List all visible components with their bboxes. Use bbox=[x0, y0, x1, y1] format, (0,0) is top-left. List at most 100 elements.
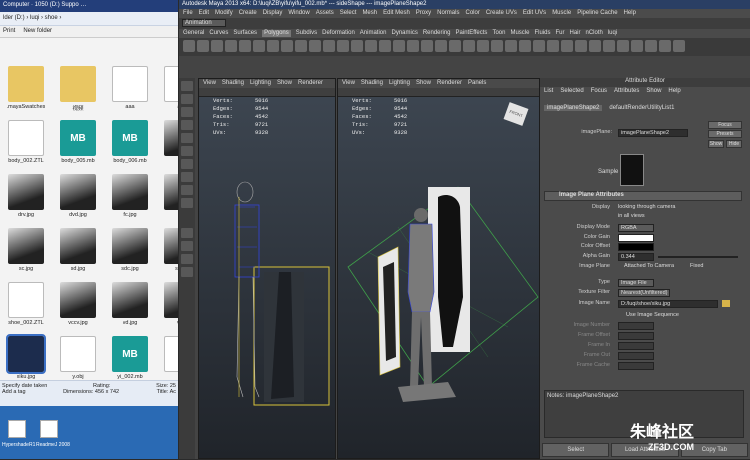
attached-to-camera-radio[interactable]: Attached To Camera bbox=[624, 263, 674, 269]
maya-menu-item[interactable]: Help bbox=[624, 10, 636, 17]
maya-menu-item[interactable]: Edit bbox=[199, 10, 209, 17]
shelf-tool-icon[interactable] bbox=[337, 40, 349, 52]
file-item[interactable]: vex. bbox=[158, 282, 178, 334]
maya-menu-item[interactable]: Edit Mesh bbox=[383, 10, 410, 17]
shelf-tool-icon[interactable] bbox=[407, 40, 419, 52]
soft-mod-icon[interactable] bbox=[181, 172, 193, 182]
shelf-tool-icon[interactable] bbox=[561, 40, 573, 52]
shelf-tab[interactable]: Subdivs bbox=[296, 30, 317, 37]
shelf-tool-icon[interactable] bbox=[421, 40, 433, 52]
color-gain-swatch[interactable] bbox=[618, 234, 654, 242]
color-offset-swatch[interactable] bbox=[618, 243, 654, 251]
shelf-tool-icon[interactable] bbox=[505, 40, 517, 52]
new-folder-button[interactable]: New folder bbox=[23, 28, 52, 35]
file-item[interactable]: d.jp bbox=[158, 120, 178, 172]
shelf-tool-icon[interactable] bbox=[281, 40, 293, 52]
file-item[interactable]: fc.jpg bbox=[106, 174, 154, 226]
maya-menu-item[interactable]: Create UVs bbox=[486, 10, 517, 17]
imageplane-name-field[interactable]: imagePlaneShape2 bbox=[618, 129, 688, 137]
image-plane-attributes-section[interactable]: Image Plane Attributes bbox=[544, 191, 742, 201]
vp-menu-view[interactable]: View bbox=[203, 80, 216, 87]
presets-button[interactable]: Presets bbox=[708, 130, 742, 138]
maya-menu-item[interactable]: Edit UVs bbox=[523, 10, 546, 17]
file-item[interactable]: vd.jpg bbox=[106, 282, 154, 334]
image-number-field[interactable] bbox=[618, 322, 654, 330]
maya-menu-item[interactable]: Modify bbox=[215, 10, 233, 17]
shelf-tab[interactable]: PaintEffects bbox=[456, 30, 488, 37]
select-button[interactable]: Select bbox=[542, 443, 609, 457]
shelf-tool-icon[interactable] bbox=[309, 40, 321, 52]
perspective-viewport[interactable]: View Shading Lighting Show Renderer Pane… bbox=[337, 78, 540, 459]
shelf-tool-icon[interactable] bbox=[575, 40, 587, 52]
last-tool-icon[interactable] bbox=[181, 198, 193, 208]
shelf-tab[interactable]: Dynamics bbox=[391, 30, 417, 37]
file-item[interactable]: sd.jpg bbox=[54, 228, 102, 280]
shelf-tool-icon[interactable] bbox=[379, 40, 391, 52]
shelf-tool-icon[interactable] bbox=[477, 40, 489, 52]
address-bar[interactable]: lder (D:) › luqi › shoe › bbox=[0, 12, 178, 26]
tab-defaultrenderutilitylist1[interactable]: defaultRenderUtilityList1 bbox=[606, 105, 677, 111]
shelf-tool-icon[interactable] bbox=[491, 40, 503, 52]
maya-menu-item[interactable]: Mesh bbox=[362, 10, 377, 17]
display-option-all-views[interactable]: in all views bbox=[618, 213, 645, 219]
lasso-tool-icon[interactable] bbox=[181, 94, 193, 104]
file-item[interactable]: aaa bbox=[106, 66, 154, 118]
persp-menu-lighting[interactable]: Lighting bbox=[389, 80, 410, 87]
persp-menu-view[interactable]: View bbox=[342, 80, 355, 87]
maya-menu-item[interactable]: Normals bbox=[437, 10, 459, 17]
shelf-tool-icon[interactable] bbox=[533, 40, 545, 52]
file-item[interactable]: sdc.jpg bbox=[106, 228, 154, 280]
file-item[interactable]: .mayaSwatches bbox=[2, 66, 50, 118]
alpha-gain-slider[interactable] bbox=[658, 256, 738, 258]
vp-menu-shading[interactable]: Shading bbox=[222, 80, 244, 87]
shelf-tool-icon[interactable] bbox=[463, 40, 475, 52]
shelf-tab[interactable]: luqi bbox=[608, 30, 617, 37]
shelf-tool-icon[interactable] bbox=[645, 40, 657, 52]
shelf-tab[interactable]: Muscle bbox=[510, 30, 529, 37]
frame-out-field[interactable] bbox=[618, 352, 654, 360]
file-item[interactable]: sdf (2 bbox=[158, 228, 178, 280]
persp-menu-renderer[interactable]: Renderer bbox=[437, 80, 462, 87]
ae-menu-focus[interactable]: Focus bbox=[591, 88, 607, 94]
maya-menu-item[interactable]: Create bbox=[239, 10, 257, 17]
alpha-gain-field[interactable]: 0.344 bbox=[618, 253, 654, 261]
layout-single-icon[interactable] bbox=[181, 228, 193, 238]
shelf-tool-icon[interactable] bbox=[183, 40, 195, 52]
persp-menu-panels[interactable]: Panels bbox=[468, 80, 486, 87]
rotate-tool-icon[interactable] bbox=[181, 133, 193, 143]
ae-menu-list[interactable]: List bbox=[544, 88, 553, 94]
file-item[interactable]: fds. bbox=[158, 174, 178, 226]
ae-menu-attributes[interactable]: Attributes bbox=[614, 88, 639, 94]
maya-menu-item[interactable]: Proxy bbox=[416, 10, 431, 17]
file-item[interactable]: body_002.ZTL bbox=[2, 120, 50, 172]
file-item[interactable]: MBbody_006.mb bbox=[106, 120, 154, 172]
display-option-camera[interactable]: looking through camera bbox=[618, 204, 675, 210]
shelf-tool-icon[interactable] bbox=[211, 40, 223, 52]
shelf-tool-icon[interactable] bbox=[365, 40, 377, 52]
shelf-tool-icon[interactable] bbox=[225, 40, 237, 52]
vp-menu-show[interactable]: Show bbox=[277, 80, 292, 87]
show-manip-icon[interactable] bbox=[181, 185, 193, 195]
move-tool-icon[interactable] bbox=[181, 120, 193, 130]
side-viewport[interactable]: View Shading Lighting Show Renderer Vert… bbox=[198, 78, 336, 459]
image-name-field[interactable]: D:/luqi/shoe/xiku.jpg bbox=[618, 300, 718, 308]
type-select[interactable]: Image File bbox=[618, 279, 654, 287]
shelf-tab[interactable]: General bbox=[183, 30, 204, 37]
paint-select-icon[interactable] bbox=[181, 107, 193, 117]
shelf-tool-icon[interactable] bbox=[617, 40, 629, 52]
shelf-tab[interactable]: Curves bbox=[209, 30, 228, 37]
file-item[interactable]: aaa bbox=[158, 66, 178, 118]
maya-menu-item[interactable]: Select bbox=[340, 10, 357, 17]
layout-outliner-icon[interactable] bbox=[181, 267, 193, 277]
shelf-tool-icon[interactable] bbox=[393, 40, 405, 52]
shelf-tab[interactable]: Toon bbox=[492, 30, 505, 37]
shelf-tool-icon[interactable] bbox=[449, 40, 461, 52]
layout-four-icon[interactable] bbox=[181, 241, 193, 251]
file-item[interactable]: drv.jpg bbox=[2, 174, 50, 226]
shelf-tool-icon[interactable] bbox=[351, 40, 363, 52]
frame-in-field[interactable] bbox=[618, 342, 654, 350]
persp-menu-shading[interactable]: Shading bbox=[361, 80, 383, 87]
ae-menu-help[interactable]: Help bbox=[668, 88, 680, 94]
file-item[interactable]: 视频 bbox=[54, 66, 102, 118]
maya-menu-item[interactable]: Display bbox=[263, 10, 283, 17]
